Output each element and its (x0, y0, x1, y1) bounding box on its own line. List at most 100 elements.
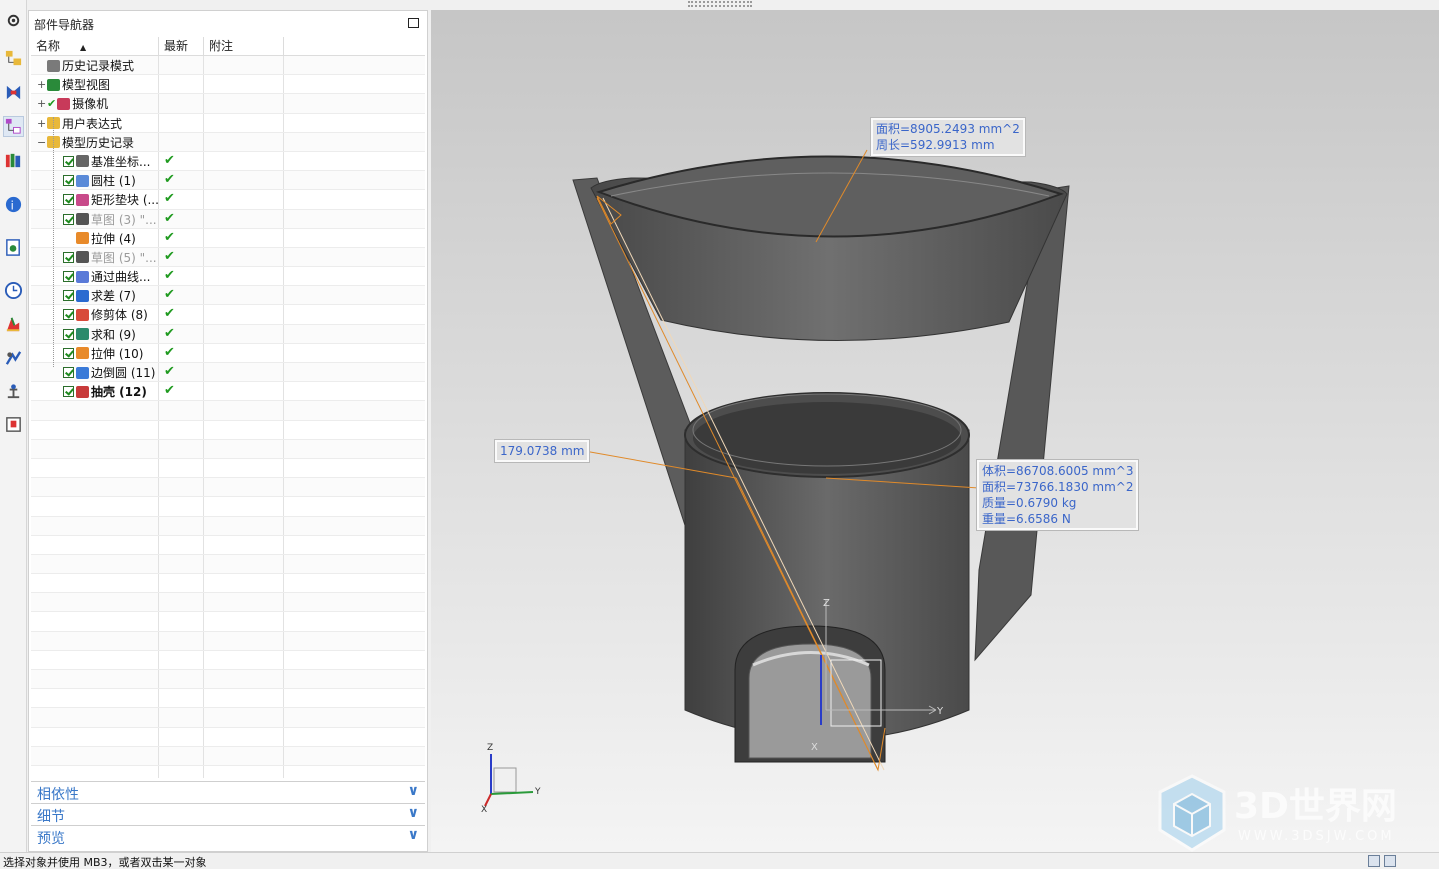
dependencies-panel[interactable]: 相依性 ∨ (31, 781, 425, 803)
tree-row[interactable]: 拉伸 (10) ✔ (31, 343, 425, 363)
up-to-date-check-icon: ✔ (164, 287, 175, 303)
csys-y-label: Y (936, 706, 944, 717)
csys-z-label: Z (823, 598, 830, 609)
top-bowl[interactable] (590, 155, 1068, 341)
tree-row[interactable]: 圆柱 (1) ✔ (31, 171, 425, 191)
expand-toggle[interactable]: + (37, 117, 46, 130)
body-measure-tooltip[interactable]: 体积=86708.6005 mm^3 面积=73766.1830 mm^2 质量… (975, 459, 1140, 531)
nx-window: i 部件导航器 名称 ▲ 最新 附注 历史记录模式 + 模型视图 + ✔ 摄像机 + 用户表达式 (0, 0, 1439, 869)
comment-cell (204, 132, 284, 151)
feature-checkbox[interactable] (63, 175, 74, 187)
constraint-navigator-icon[interactable] (3, 82, 24, 103)
model-views-icon (47, 78, 60, 91)
column-comment[interactable]: 附注 (204, 37, 284, 56)
feature-checkbox[interactable] (63, 347, 74, 359)
resize-grip[interactable] (688, 1, 752, 7)
face-area: 面积=8905.2493 mm^2 (876, 122, 1020, 136)
comment-cell (204, 267, 284, 286)
column-name[interactable]: 名称 ▲ (31, 37, 159, 56)
tree-row[interactable]: 修剪体 (8) ✔ (31, 305, 425, 325)
comment-cell (204, 113, 284, 132)
tree-row[interactable]: 矩形垫块 (... ✔ (31, 190, 425, 210)
feature-checkbox[interactable] (63, 367, 74, 378)
system-scenes-icon[interactable] (3, 381, 24, 402)
expand-toggle[interactable]: + (37, 97, 46, 110)
up-to-date-check-icon: ✔ (164, 268, 175, 284)
status-display-icon[interactable] (1368, 855, 1380, 867)
tree-row[interactable]: 草图 (5) "... ✔ (31, 247, 425, 268)
tree-node-label: 圆柱 (1) (91, 174, 136, 189)
tree-row[interactable]: + 模型视图 (31, 75, 425, 95)
feature-checkbox[interactable] (63, 271, 74, 283)
preview-panel[interactable]: 预览 ∨ (31, 825, 425, 847)
empty-row (31, 670, 425, 690)
empty-row (31, 535, 425, 555)
tree-node-label: 草图 (3) "... (91, 212, 157, 227)
details-panel[interactable]: 细节 ∨ (31, 803, 425, 825)
settings-icon[interactable] (3, 10, 24, 31)
arch-opening[interactable] (734, 625, 886, 763)
tree-row[interactable]: 历史记录模式 (31, 56, 425, 76)
svg-text:X: X (481, 805, 487, 815)
visualization-icon[interactable] (3, 314, 24, 335)
tree-row[interactable]: − 模型历史记录 (31, 132, 425, 152)
status-window-icon[interactable] (1384, 855, 1396, 867)
trim-body-icon (76, 308, 89, 321)
tree-row[interactable]: 通过曲线... ✔ (31, 267, 425, 287)
feature-checkbox[interactable] (63, 290, 74, 302)
chevron-down-icon: ∨ (407, 827, 419, 843)
history-icon[interactable] (3, 237, 24, 258)
reuse-library-icon[interactable] (3, 150, 24, 171)
tree-row[interactable]: + ✔ 摄像机 (31, 94, 425, 114)
assembly-navigator-icon[interactable] (3, 48, 24, 69)
body-weight: 重量=6.6586 N (982, 512, 1071, 526)
pad-icon (76, 193, 89, 206)
comment-cell (204, 228, 284, 247)
up-to-date-check-icon: ✔ (164, 191, 175, 207)
maximize-icon[interactable] (408, 18, 419, 28)
comment-cell (204, 286, 284, 305)
graphics-window[interactable]: Z Y X Z Y X 面积=8905.2493 mm^2 周长=592.991… (431, 10, 1439, 852)
tree-node-label: 用户表达式 (62, 116, 123, 131)
svg-text:Y: Y (534, 787, 541, 797)
feature-checkbox[interactable] (63, 328, 74, 340)
empty-row (31, 746, 425, 766)
tree-row[interactable]: 抽壳 (12) ✔ (31, 382, 425, 402)
expand-toggle[interactable]: − (37, 136, 46, 149)
feature-checkbox[interactable] (63, 155, 74, 167)
face-measure-tooltip[interactable]: 面积=8905.2493 mm^2 周长=592.9913 mm (870, 117, 1026, 157)
expand-toggle[interactable]: + (37, 78, 46, 91)
datum-csys-icon (76, 155, 89, 168)
watermark: 3D世界网 WWW.3DSJW.COM (1156, 772, 1426, 858)
tree-row[interactable]: 求差 (7) ✔ (31, 286, 425, 306)
comment-cell (204, 363, 284, 382)
tree-row[interactable]: + 用户表达式 (31, 113, 425, 133)
tree-row[interactable]: 草图 (3) "... ✔ (31, 209, 425, 229)
distance-measure-tooltip[interactable]: 179.0738 mm (493, 439, 591, 463)
feature-checkbox[interactable] (63, 194, 74, 206)
tree-node-label: 修剪体 (8) (91, 308, 148, 323)
tree-row[interactable]: 拉伸 (4) ✔ (31, 228, 425, 248)
feature-checkbox[interactable] (63, 251, 74, 263)
feature-checkbox[interactable] (63, 386, 74, 398)
empty-row (31, 574, 425, 594)
clock-icon[interactable] (3, 280, 24, 301)
column-latest[interactable]: 最新 (159, 37, 204, 56)
web-browser-icon[interactable]: i (3, 194, 24, 215)
feature-checkbox[interactable] (63, 309, 74, 321)
tree-row[interactable]: 边倒圆 (11) ✔ (31, 363, 425, 383)
empty-row (31, 631, 425, 651)
active-check-icon: ✔ (47, 97, 57, 111)
up-to-date-check-icon: ✔ (164, 210, 175, 226)
empty-row (31, 420, 425, 440)
palette-icon[interactable] (3, 414, 24, 435)
tree-node-label: 拉伸 (4) (91, 231, 136, 246)
clock-icon (47, 59, 60, 72)
roles-icon[interactable] (3, 348, 24, 369)
tree-row[interactable]: 求和 (9) ✔ (31, 324, 425, 344)
part-navigator-icon[interactable] (3, 116, 24, 137)
tree-row[interactable]: 基准坐标... ✔ (31, 151, 425, 172)
tree-node-label: 求和 (9) (91, 327, 136, 342)
feature-checkbox[interactable] (63, 213, 74, 225)
csys-x-label: X (811, 742, 818, 753)
